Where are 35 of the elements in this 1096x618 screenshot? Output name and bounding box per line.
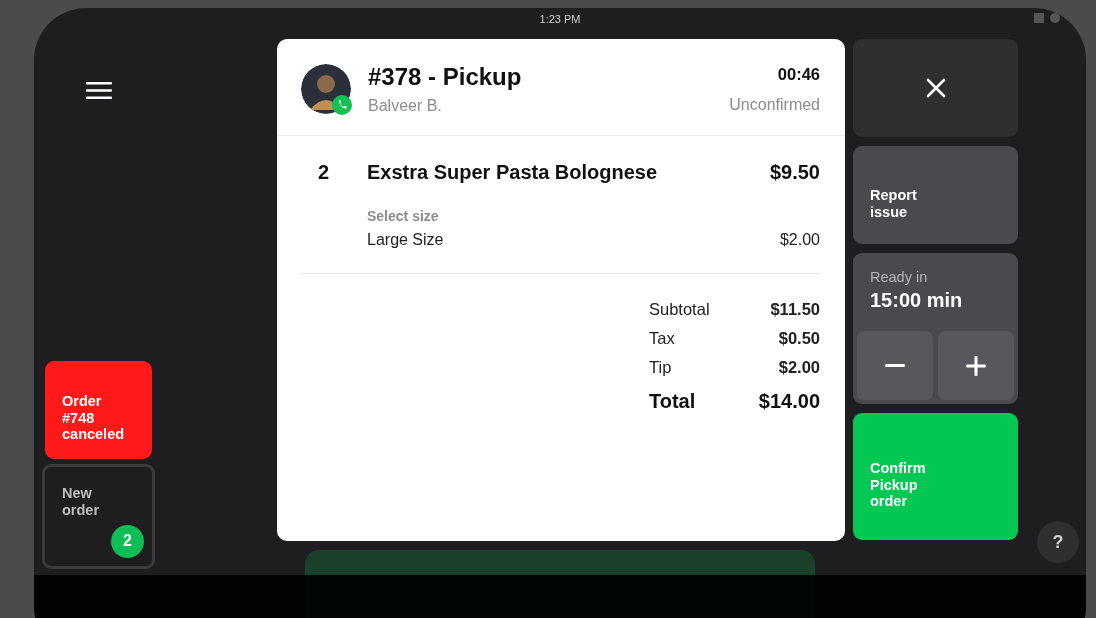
new-order-tile[interactable]: New order 2 (42, 464, 155, 569)
total-value: $11.50 (770, 300, 820, 320)
option-group: Select size (367, 208, 820, 224)
total-label: Tax (649, 329, 675, 349)
canceled-order-tile[interactable]: Order #748 canceled (45, 361, 152, 459)
circle-icon (1050, 13, 1060, 23)
customer-name: Balveer B. (368, 97, 443, 115)
minus-icon (885, 364, 905, 367)
increase-button[interactable] (938, 331, 1014, 400)
order-status: Unconfirmed (729, 95, 820, 114)
total-value: $0.50 (778, 329, 820, 349)
help-button[interactable]: ? (1037, 521, 1079, 563)
total-value: $14.00 (758, 390, 820, 413)
report-issue-button[interactable]: Report issue (853, 146, 1018, 244)
option-name: Large Size (367, 231, 444, 249)
ready-time: 15:00 min (869, 291, 964, 308)
item-quantity: 2 (317, 161, 331, 184)
menu-icon[interactable] (86, 82, 112, 99)
new-order-label: New order (62, 485, 101, 518)
order-count-badge: 2 (111, 525, 144, 558)
phone-icon (332, 95, 352, 115)
option-price: $2.00 (779, 231, 820, 249)
order-title: #378 - Pickup (368, 63, 523, 91)
order-timer: 00:46 (776, 64, 820, 84)
ready-label: Ready in (869, 269, 929, 286)
status-time: 1:23 PM (539, 13, 581, 27)
total-value: $2.00 (778, 358, 820, 378)
item-name: Exstra Super Pasta Bolognese (367, 161, 659, 184)
square-icon (1034, 13, 1044, 23)
plus-icon (966, 355, 986, 376)
close-icon (925, 78, 946, 98)
total-label: Total (649, 390, 696, 413)
item-price: $9.50 (769, 161, 820, 184)
total-label: Tip (649, 358, 672, 378)
total-label: Subtotal (649, 300, 710, 320)
